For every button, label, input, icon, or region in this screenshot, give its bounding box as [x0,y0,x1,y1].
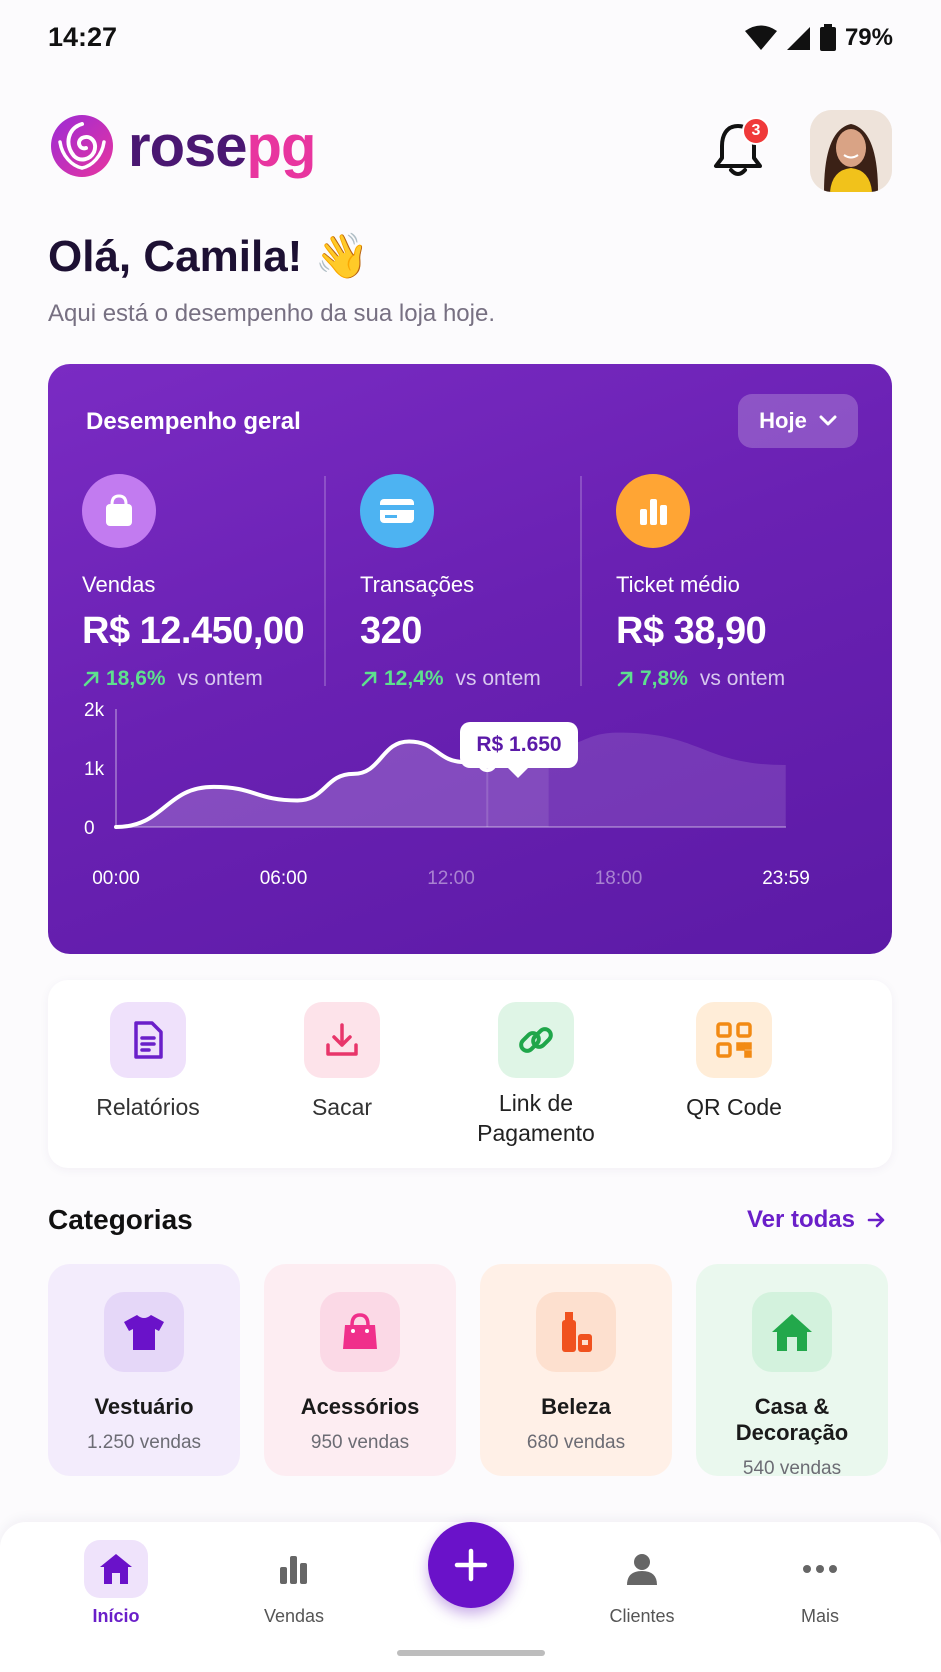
see-all-label: Ver todas [746,1206,855,1233]
plus-icon [454,1548,488,1582]
report-icon [110,1002,186,1078]
handbag-icon [320,1292,400,1372]
see-all-link[interactable]: Ver todas [747,1206,885,1234]
app-logo: rosepg [48,112,316,180]
x-tick-label: 23:59 [762,868,810,889]
download-icon [304,1002,380,1078]
x-tick-label: 18:00 [595,868,643,889]
divider [580,476,582,686]
chart-tooltip: R$ 1.650 [460,722,578,778]
status-time: 14:27 [48,22,118,52]
credit-card-icon [360,474,434,548]
performance-title: Desempenho geral [86,408,301,435]
action-withdraw[interactable]: Sacar [242,1002,442,1122]
nav-label: Clientes [609,1606,675,1626]
action-label: Relatórios [96,1094,200,1120]
nav-home[interactable]: Início [56,1540,176,1627]
bar-chart-icon [616,474,690,548]
category-name: Vestuário [94,1394,194,1419]
status-icons: 79% [744,24,893,52]
y-tick-label: 2k [84,700,105,721]
more-icon [788,1540,852,1598]
action-qr-code[interactable]: QR Code [634,1002,834,1122]
bar-chart-icon [262,1540,326,1598]
category-card-clothing[interactable]: Vestuário 1.250 vendas [48,1264,240,1476]
notification-badge: 3 [742,117,770,145]
forecast-area [548,732,786,827]
divider [324,476,326,686]
home-indicator [397,1650,545,1656]
category-card-beauty[interactable]: Beleza 680 vendas [480,1264,672,1476]
action-reports[interactable]: Relatórios [48,1002,248,1122]
category-card-home-decor[interactable]: Casa & Decoração 540 vendas [696,1264,888,1479]
arrow-right-icon [867,1212,885,1228]
metric-label: Ticket médio [616,572,740,597]
user-icon [610,1540,674,1598]
categories-title: Categorias [48,1204,193,1235]
period-filter-dropdown[interactable]: Hoje [738,394,858,448]
x-tick-label: 06:00 [260,868,308,889]
y-tick-label: 0 [84,818,95,839]
nav-clients[interactable]: Clientes [582,1540,702,1627]
nav-label: Vendas [263,1606,325,1626]
nav-label: Mais [800,1606,839,1626]
category-name: Casa & Decoração [735,1394,849,1445]
metric-value: R$ 38,90 [616,610,767,652]
link-icon [498,1002,574,1078]
action-label: Sacar [311,1094,373,1120]
category-card-accessories[interactable]: Acessórios 950 vendas [264,1264,456,1476]
category-sales: 1.250 vendas [86,1432,202,1453]
action-label: Link de Pagamento [477,1090,595,1146]
arrow-up-right-icon [361,671,377,687]
x-tick-label: 00:00 [92,868,140,889]
category-sales: 540 vendas [742,1458,842,1479]
action-payment-link[interactable]: Link de Pagamento [436,1002,636,1148]
nav-more[interactable]: Mais [760,1540,880,1627]
avatar-image [810,110,892,192]
battery-percent: 79% [844,24,893,51]
category-name: Acessórios [300,1394,420,1419]
chevron-down-icon [819,415,837,426]
performance-card: Desempenho geral Hoje Vendas R$ 12.450,0… [48,364,892,954]
qr-code-icon [696,1002,772,1078]
nav-sales[interactable]: Vendas [234,1540,354,1627]
arrow-up-right-icon [617,671,633,687]
rose-logo-icon [51,115,113,177]
wifi-icon [744,25,777,50]
signal-icon [786,27,810,50]
nav-label: Início [92,1606,140,1626]
metric-value: R$ 12.450,00 [82,610,305,652]
status-bar: 14:27 79% [0,0,941,80]
x-tick-label: 12:00 [427,868,475,889]
metric-change: 7,8% vs ontem [616,667,876,691]
house-icon [752,1292,832,1372]
category-sales: 680 vendas [526,1432,626,1453]
metric-change: 18,6% vs ontem [82,667,342,691]
cosmetics-icon [536,1292,616,1372]
home-icon [84,1540,148,1598]
arrow-up-right-icon [83,671,99,687]
category-sales: 950 vendas [310,1432,410,1453]
logo-wordmark: rosepg [128,113,316,179]
add-button[interactable] [428,1522,514,1608]
greeting-subtitle: Aqui está o desempenho da sua loja hoje. [48,300,495,327]
greeting-title: Olá, Camila! 👋 [48,232,370,281]
action-label: QR Code [686,1094,782,1120]
metric-sales: Vendas R$ 12.450,00 18,6% vs ontem [82,474,342,691]
category-name: Beleza [541,1394,611,1419]
metric-label: Vendas [82,572,156,597]
battery-icon [819,24,836,51]
quick-actions: Relatórios Sacar Link de Pagamento QR Co… [48,980,892,1168]
tshirt-icon [104,1292,184,1372]
y-tick-label: 1k [84,759,105,780]
avatar[interactable] [810,110,892,192]
shopping-bag-icon [82,474,156,548]
metric-average-ticket: Ticket médio R$ 38,90 7,8% vs ontem [616,474,876,691]
period-filter-label: Hoje [759,408,807,433]
